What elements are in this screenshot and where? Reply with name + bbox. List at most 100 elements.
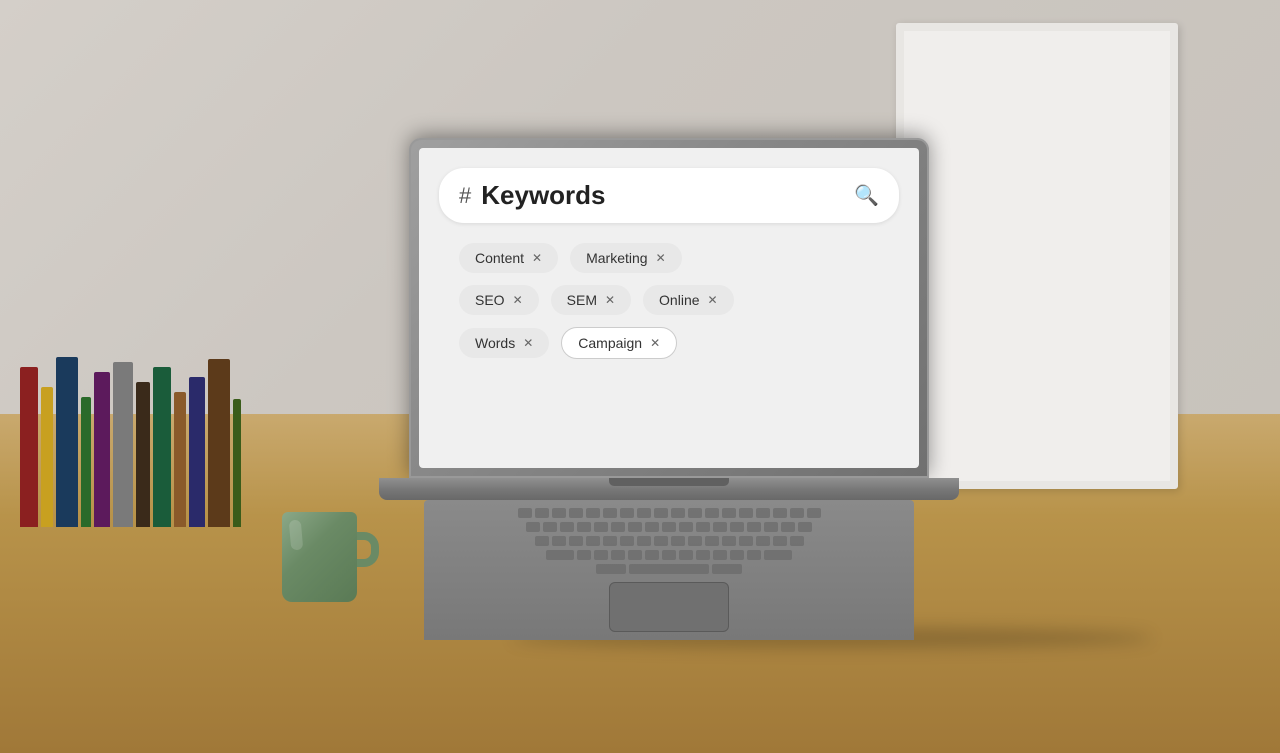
key [696,550,710,560]
tag-words-label: Words [475,335,515,351]
tag-marketing[interactable]: Marketing ✕ [570,243,682,273]
key [611,550,625,560]
key [747,522,761,532]
key [560,522,574,532]
key [594,522,608,532]
tags-row-2: SEO ✕ SEM ✕ Online ✕ [459,285,899,315]
key [654,536,668,546]
key [747,550,761,560]
tag-content-remove[interactable]: ✕ [532,251,542,265]
tag-campaign-remove[interactable]: ✕ [650,336,660,350]
book [136,382,150,527]
key [628,522,642,532]
tag-words-remove[interactable]: ✕ [523,336,533,350]
keyboard-row-2 [526,522,812,532]
key [645,550,659,560]
key [535,536,549,546]
tag-content[interactable]: Content ✕ [459,243,558,273]
tag-online-remove[interactable]: ✕ [708,293,718,307]
key [705,536,719,546]
key [713,550,727,560]
key [518,508,532,518]
key [739,508,753,518]
book [81,397,91,527]
tags-row-1: Content ✕ Marketing ✕ [459,243,899,273]
key [756,508,770,518]
key [688,508,702,518]
key [611,522,625,532]
key [773,536,787,546]
key [730,522,744,532]
key [781,522,795,532]
key [712,564,742,574]
key [679,550,693,560]
tag-campaign[interactable]: Campaign ✕ [561,327,677,359]
key [535,508,549,518]
hash-symbol: # [459,183,471,209]
key [764,522,778,532]
key [637,508,651,518]
key [722,508,736,518]
book [208,359,230,527]
trackpad[interactable] [609,582,729,632]
key [552,508,566,518]
key [577,550,591,560]
key [713,522,727,532]
tag-words[interactable]: Words ✕ [459,328,549,358]
key [628,550,642,560]
key [671,508,685,518]
search-bar[interactable]: # Keywords 🔍 [439,168,899,223]
key [526,522,540,532]
key [569,536,583,546]
tag-campaign-label: Campaign [578,335,642,351]
book [20,367,38,527]
book [153,367,171,527]
tags-row-3: Words ✕ Campaign ✕ [459,327,899,359]
tag-marketing-remove[interactable]: ✕ [656,251,666,265]
tag-online-label: Online [659,292,699,308]
key [722,536,736,546]
book [56,357,78,527]
key [637,536,651,546]
tag-seo-remove[interactable]: ✕ [513,293,523,307]
key [620,508,634,518]
tag-online[interactable]: Online ✕ [643,285,734,315]
book [94,372,110,527]
tag-sem-remove[interactable]: ✕ [605,293,615,307]
tag-sem[interactable]: SEM ✕ [551,285,631,315]
laptop-screen: # Keywords 🔍 Content ✕ Marketing ✕ [419,148,919,468]
key [594,550,608,560]
key [756,536,770,546]
tag-seo[interactable]: SEO ✕ [459,285,539,315]
key [739,536,753,546]
key [586,508,600,518]
key [790,536,804,546]
key [773,508,787,518]
key [662,550,676,560]
key [546,550,574,560]
bookshelf [0,38,410,527]
laptop-base [379,478,959,500]
key [620,536,634,546]
key [552,536,566,546]
key [603,536,617,546]
book [233,399,241,527]
key [790,508,804,518]
book [174,392,186,527]
laptop: # Keywords 🔍 Content ✕ Marketing ✕ [379,138,959,640]
key [577,522,591,532]
keywords-label: Keywords [481,180,844,211]
laptop-keyboard [424,500,914,640]
laptop-hinge [609,478,729,486]
tags-area: Content ✕ Marketing ✕ SEO ✕ [439,243,899,359]
coffee-mug [282,512,357,602]
tag-sem-label: SEM [567,292,597,308]
key [705,508,719,518]
search-icon[interactable]: 🔍 [854,183,879,208]
key [764,550,792,560]
keyboard-row-4 [546,550,792,560]
key [662,522,676,532]
key [654,508,668,518]
key [798,522,812,532]
mug-shine [288,520,303,551]
